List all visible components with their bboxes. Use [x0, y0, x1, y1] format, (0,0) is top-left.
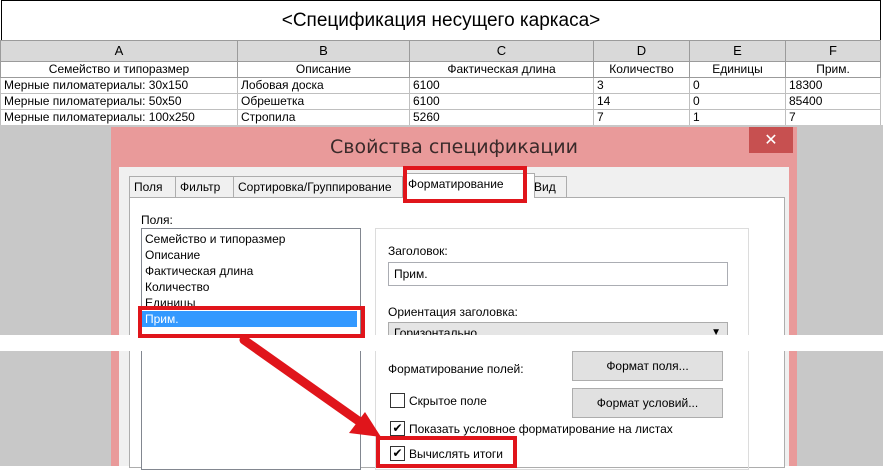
annotation-arrow	[239, 335, 381, 437]
arrow-shaft	[239, 335, 365, 427]
